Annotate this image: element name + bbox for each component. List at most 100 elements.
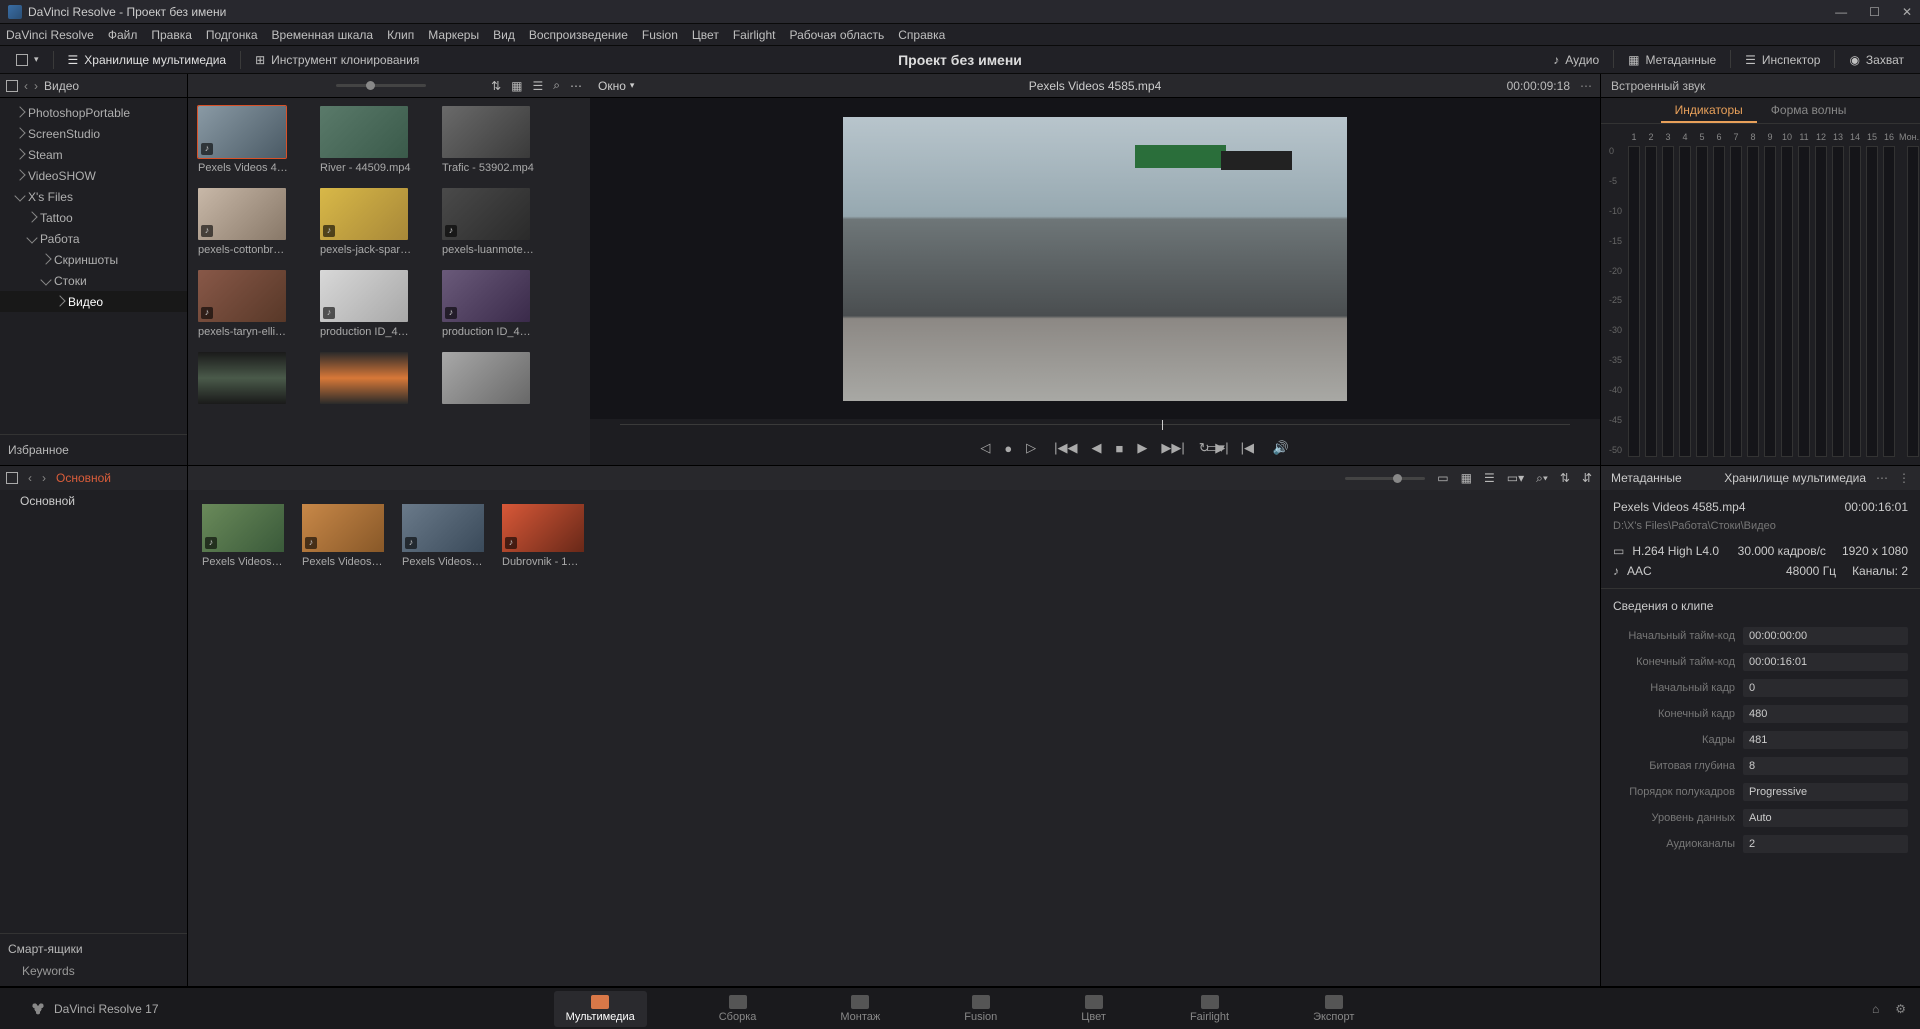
page-edit[interactable]: Монтаж <box>828 991 892 1027</box>
mark-out-icon[interactable]: ▷ <box>1026 440 1036 456</box>
menu-item[interactable]: Воспроизведение <box>529 28 628 42</box>
folder-item[interactable]: Steam <box>0 144 187 165</box>
folder-item[interactable]: ScreenStudio <box>0 123 187 144</box>
pool-clip[interactable]: ♪Pexels Videos 458... <box>402 504 484 972</box>
stop-button[interactable]: ■ <box>1116 441 1124 456</box>
grid-view-icon[interactable]: ▦ <box>511 79 522 93</box>
folder-item[interactable]: Скриншоты <box>0 249 187 270</box>
field-value[interactable]: 00:00:16:01 <box>1743 653 1908 671</box>
list-view-icon[interactable]: ☰ <box>1484 471 1495 485</box>
media-clip[interactable]: ♪pexels-taryn-elliott-5... <box>198 270 290 338</box>
menu-item[interactable]: Fusion <box>642 28 678 42</box>
project-settings-button[interactable]: ⚙ <box>1895 1002 1906 1016</box>
volume-icon[interactable]: 🔊 <box>1273 440 1289 456</box>
menu-item[interactable]: Справка <box>898 28 945 42</box>
media-clip[interactable]: ♪production ID_42649... <box>320 270 412 338</box>
menu-item[interactable]: Подгонка <box>206 28 258 42</box>
panel-layout-icon[interactable] <box>6 80 18 92</box>
chevron-right-icon[interactable] <box>40 253 51 264</box>
page-color[interactable]: Цвет <box>1069 991 1118 1027</box>
sort-icon[interactable]: ⇅ <box>491 79 501 93</box>
field-value[interactable]: 480 <box>1743 705 1908 723</box>
chevron-right-icon[interactable] <box>26 211 37 222</box>
list-view-icon[interactable]: ☰ <box>533 79 544 93</box>
field-value[interactable]: 481 <box>1743 731 1908 749</box>
page-media[interactable]: Мультимедиа <box>554 991 647 1027</box>
viewer-options-icon[interactable]: ⋯ <box>1580 79 1592 93</box>
tab-waveform[interactable]: Форма волны <box>1757 98 1861 123</box>
media-clip[interactable] <box>198 352 290 408</box>
pool-clip[interactable]: ♪Pexels Videos 139... <box>302 504 384 972</box>
folder-item[interactable]: VideoSHOW <box>0 165 187 186</box>
media-clip[interactable]: ♪pexels-cottonbro-54... <box>198 188 290 256</box>
capture-button[interactable]: ◉Захват <box>1839 50 1914 70</box>
folder-item[interactable]: Работа <box>0 228 187 249</box>
media-clip[interactable] <box>442 352 534 408</box>
field-value[interactable]: 0 <box>1743 679 1908 697</box>
smart-bin-keywords[interactable]: Keywords <box>8 956 179 978</box>
play-reverse-button[interactable]: ◀ <box>1092 440 1102 456</box>
chevron-down-icon[interactable] <box>26 232 37 243</box>
search-icon[interactable]: ⌕▾ <box>1536 471 1548 486</box>
bin-nav-back[interactable]: ‹ <box>28 471 32 485</box>
nav-back-button[interactable]: ‹ <box>24 79 28 93</box>
tab-indicators[interactable]: Индикаторы <box>1661 98 1757 123</box>
field-value[interactable]: Progressive <box>1743 783 1908 801</box>
dropdown-button[interactable]: ▾ <box>6 51 49 69</box>
search-icon[interactable]: ⌕ <box>553 78 560 93</box>
pool-clip[interactable]: ♪Dubrovnik - 1286... <box>502 504 584 972</box>
field-value[interactable]: 8 <box>1743 757 1908 775</box>
preview-area[interactable] <box>590 98 1600 419</box>
options-icon[interactable]: ⋯ <box>570 79 582 93</box>
chevron-right-icon[interactable] <box>14 106 25 117</box>
filter-icon[interactable]: ⇵ <box>1582 471 1592 485</box>
folder-item[interactable]: Tattoo <box>0 207 187 228</box>
menu-item[interactable]: Правка <box>151 28 192 42</box>
pool-thumbnail-slider[interactable] <box>1345 477 1425 480</box>
folder-item[interactable]: Стоки <box>0 270 187 291</box>
grid-view-icon[interactable]: ▦ <box>1461 471 1472 485</box>
menu-item[interactable]: Временная шкала <box>272 28 374 42</box>
page-cut[interactable]: Сборка <box>707 991 769 1027</box>
bin-breadcrumb[interactable]: Основной <box>56 471 111 485</box>
play-button[interactable]: ▶ <box>1137 440 1147 456</box>
metadata-button[interactable]: ▦Метаданные <box>1618 50 1726 70</box>
field-value[interactable]: 00:00:00:00 <box>1743 627 1908 645</box>
playhead[interactable] <box>1162 420 1163 430</box>
first-frame-button[interactable]: |◀◀ <box>1054 440 1077 456</box>
last-frame-button[interactable]: ▶▶| <box>1161 440 1184 456</box>
menu-item[interactable]: Маркеры <box>428 28 479 42</box>
page-deliver[interactable]: Экспорт <box>1301 991 1366 1027</box>
metadata-source[interactable]: Хранилище мультимедиа <box>1724 471 1866 485</box>
sort-icon[interactable]: ⇅ <box>1560 471 1570 485</box>
nav-forward-button[interactable]: › <box>34 79 38 93</box>
folder-item[interactable]: PhotoshopPortable <box>0 102 187 123</box>
clone-tool-button[interactable]: ⊞ Инструмент клонирования <box>245 50 429 70</box>
inspector-button[interactable]: ☰Инспектор <box>1735 50 1830 70</box>
menu-item[interactable]: Цвет <box>692 28 719 42</box>
media-clip[interactable]: ♪Pexels Videos 4585... <box>198 106 290 174</box>
metadata-menu-icon[interactable]: ⋮ <box>1898 471 1910 485</box>
thumbnail-size-slider[interactable] <box>336 84 426 87</box>
chevron-down-icon[interactable] <box>40 274 51 285</box>
bin-nav-forward[interactable]: › <box>42 471 46 485</box>
menu-item[interactable]: DaVinci Resolve <box>6 28 94 42</box>
field-value[interactable]: Auto <box>1743 809 1908 827</box>
prev-clip-button[interactable]: |◀ <box>1241 440 1254 456</box>
media-clip[interactable]: ♪pexels-luanmote-66... <box>442 188 534 256</box>
media-clip[interactable]: River - 44509.mp4 <box>320 106 412 174</box>
view-options-icon[interactable]: ▭▾ <box>1507 471 1524 485</box>
chevron-right-icon[interactable] <box>14 127 25 138</box>
media-clip[interactable]: Trafic - 53902.mp4 <box>442 106 534 174</box>
viewer-mode-dropdown[interactable]: Окно▾ <box>598 79 634 93</box>
media-clip[interactable]: ♪production ID_43407... <box>442 270 534 338</box>
chevron-right-icon[interactable] <box>14 169 25 180</box>
menu-item[interactable]: Вид <box>493 28 515 42</box>
mark-icon[interactable]: ● <box>1004 441 1012 456</box>
folder-item[interactable]: X's Files <box>0 186 187 207</box>
chevron-right-icon[interactable] <box>14 148 25 159</box>
field-value[interactable]: 2 <box>1743 835 1908 853</box>
scrubber[interactable] <box>620 419 1570 431</box>
next-clip-button[interactable]: ▶| <box>1215 440 1228 456</box>
bin-layout-icon[interactable] <box>6 472 18 484</box>
